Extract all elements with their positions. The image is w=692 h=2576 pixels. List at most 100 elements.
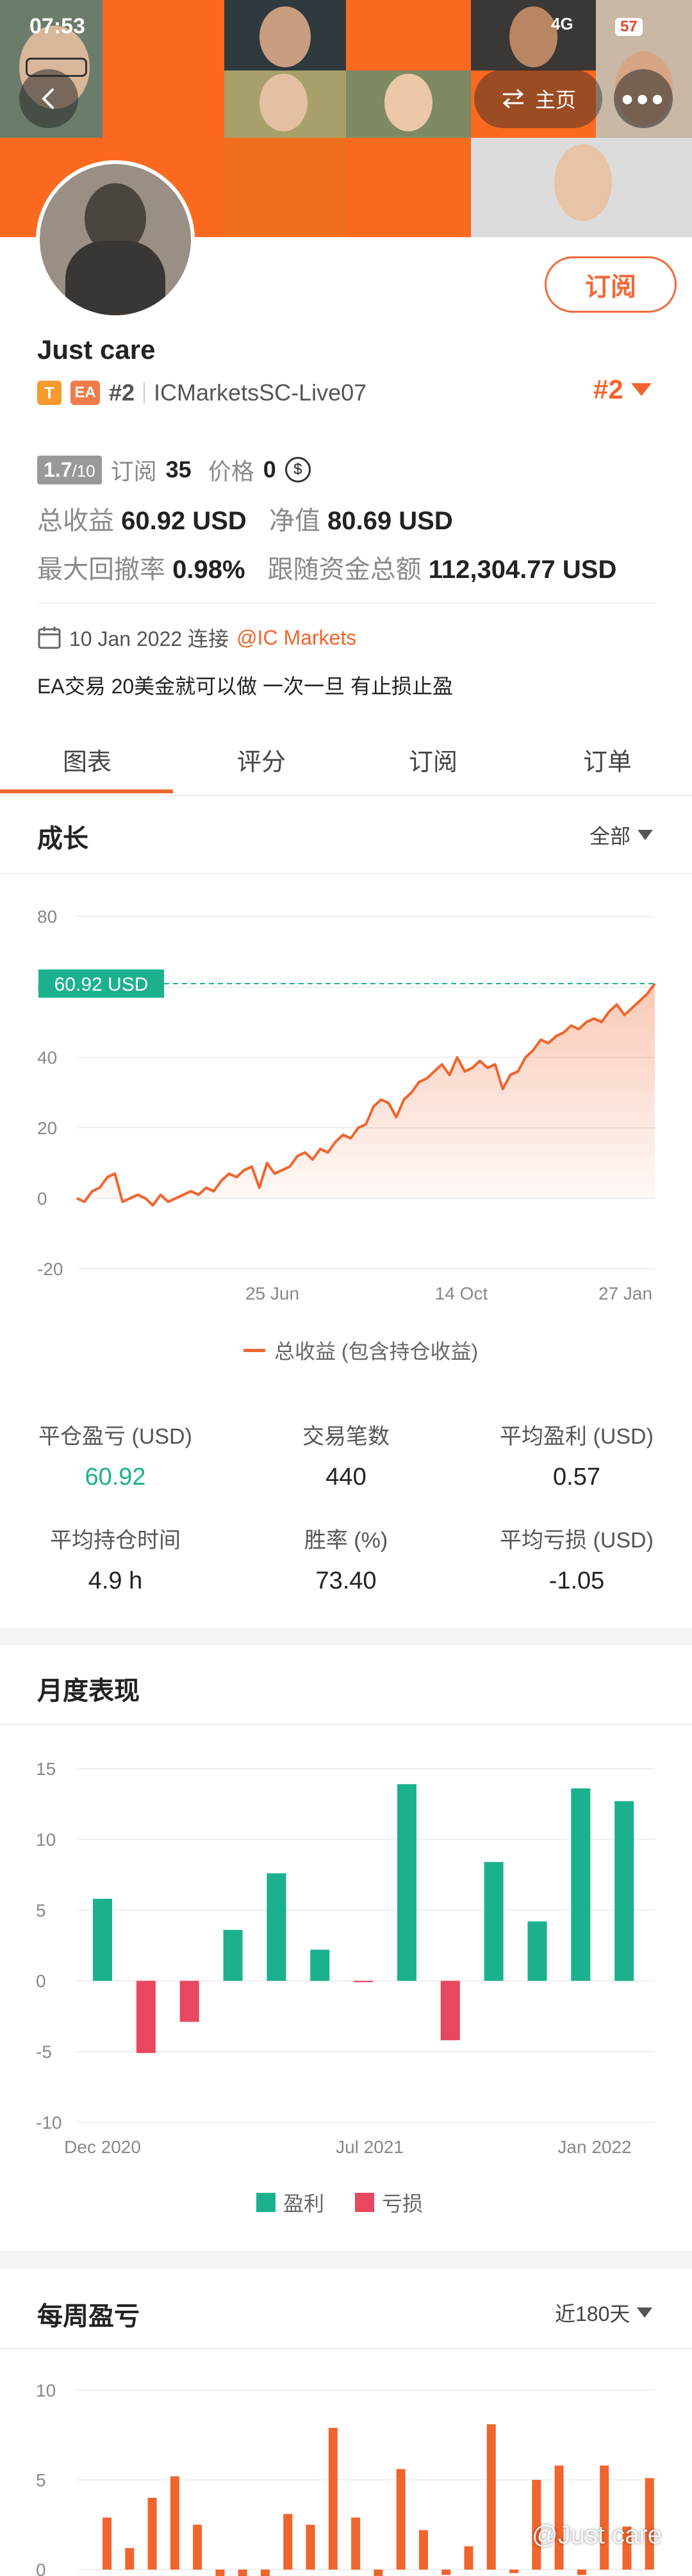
connection-date: 10 Jan 2022 连接	[69, 627, 229, 650]
growth-title: 成长	[37, 825, 88, 853]
currency-icon: $	[284, 457, 311, 483]
user-photo-tile	[346, 70, 471, 138]
monthly-bar	[484, 1862, 504, 1981]
summary-stat-label: 平仓盈亏 (USD)	[38, 1424, 192, 1449]
separator	[144, 382, 145, 404]
subscribers-label: 订阅	[110, 458, 157, 484]
x-tick-label: 14 Oct	[435, 1284, 488, 1303]
trader-badges-row: T EA #2 ICMarketsSC-Live07	[37, 379, 367, 406]
weekly-bar	[396, 2469, 406, 2570]
total-profit-value: 60.92 USD	[121, 507, 247, 535]
tab-subscription[interactable]: 订阅	[409, 742, 457, 777]
price-label: 价格	[208, 458, 254, 484]
summary-stat-label: 交易笔数	[302, 1424, 390, 1449]
legend-loss-label: 亏损	[382, 2192, 424, 2215]
user-photo-tile	[471, 138, 692, 237]
y-tick-label: -10	[36, 2113, 62, 2133]
calendar-icon	[38, 627, 61, 649]
summary-stat-value: 440	[325, 1464, 367, 1490]
summary-stat-label: 平均盈利 (USD)	[500, 1424, 654, 1449]
rank-dropdown[interactable]: #2	[593, 374, 653, 405]
weekly-bar	[554, 2465, 564, 2570]
summary-stat-value: 73.40	[315, 1567, 377, 1594]
swap-icon	[502, 88, 524, 109]
status-time: 07:53	[29, 14, 85, 38]
server-label: ICMarketsSC-Live07	[154, 379, 367, 406]
growth-range-dropdown[interactable]: 全部	[589, 820, 654, 850]
divider	[0, 1724, 692, 1725]
battery-level: 57	[620, 18, 638, 35]
subscribe-button[interactable]: 订阅	[545, 256, 677, 313]
drawdown-value: 0.98%	[172, 556, 245, 584]
weekly-bar	[509, 2570, 519, 2573]
back-button[interactable]	[19, 69, 78, 128]
rating-max: /10	[72, 461, 95, 481]
monthly-bar	[440, 1981, 460, 2040]
summary-stat-value: 4.9 h	[88, 1567, 143, 1594]
summary-stat-label: 平均亏损 (USD)	[500, 1528, 654, 1553]
y-tick-label: 5	[36, 1901, 46, 1920]
monthly-bar	[527, 1921, 547, 1981]
avatar[interactable]	[36, 160, 195, 319]
badge-t: T	[37, 381, 62, 405]
monthly-bar	[571, 1788, 591, 1981]
drawdown-label: 最大回撤率	[37, 556, 165, 584]
x-tick-label: Jul 2021	[336, 2137, 404, 2157]
x-tick-label: Dec 2020	[64, 2137, 141, 2157]
weekly-bar	[600, 2465, 609, 2570]
weekly-bar	[328, 2427, 338, 2570]
weekly-bar	[418, 2530, 428, 2570]
rating-badge: 1.7/10	[37, 455, 102, 484]
section-gap	[0, 1628, 692, 1646]
broker-link[interactable]: @IC Markets	[236, 626, 356, 650]
tab-bar: 图表 评分 订阅 订单	[0, 718, 692, 796]
weekly-bar	[374, 2570, 383, 2576]
tab-chart[interactable]: 图表	[63, 742, 111, 777]
battery-icon: 57	[615, 18, 643, 36]
subscribers-value: 35	[165, 456, 192, 483]
summary-stat-value: -1.05	[548, 1567, 605, 1594]
y-tick-label: 10	[36, 2381, 56, 2400]
divider	[0, 2348, 692, 2349]
weekly-bar	[238, 2570, 247, 2576]
status-network: 4G	[551, 14, 573, 33]
watermark: @Just care	[532, 2521, 662, 2549]
weekly-range-dropdown[interactable]: 近180天	[555, 2298, 653, 2327]
connection-row: 10 Jan 2022 连接 @IC Markets	[37, 623, 356, 652]
follow-funds-label: 跟随资金总额	[267, 556, 422, 584]
summary-stat-label: 胜率 (%)	[304, 1528, 388, 1553]
description-text: EA交易 20美金就可以做 一次一旦 有止损止盈	[37, 675, 453, 698]
caret-down-icon	[630, 383, 652, 396]
growth-legend: 总收益 (包含持仓收益)	[243, 1335, 478, 1365]
user-photo-tile	[471, 0, 596, 70]
y-tick-label: 5	[36, 2470, 46, 2490]
y-tick-label: 15	[36, 1759, 56, 1779]
monthly-bar	[93, 1899, 112, 1981]
summary-stat-value: 0.57	[553, 1464, 600, 1490]
x-tick-label: Jan 2022	[557, 2137, 631, 2157]
y-tick-label: 20	[37, 1118, 57, 1138]
weekly-bar	[577, 2570, 586, 2575]
drawdown-row: 最大回撤率 0.98% 跟随资金总额 112,304.77 USD	[37, 549, 616, 586]
rating-row: 1.7/10 订阅 35 价格 0 $	[37, 453, 311, 486]
equity-value: 80.69 USD	[327, 507, 453, 535]
rating-value: 1.7	[44, 458, 72, 481]
rank-right-label: #2	[593, 374, 623, 404]
monthly-bar	[223, 1929, 243, 1981]
tab-rating[interactable]: 评分	[237, 742, 286, 777]
home-button[interactable]: 主页	[474, 69, 602, 128]
weekly-bar	[464, 2546, 474, 2570]
monthly-bar	[136, 1981, 156, 2053]
y-tick-label: 10	[36, 1829, 56, 1849]
more-button[interactable]: ●●●	[614, 69, 673, 128]
summary-stat-value: 60.92	[85, 1464, 146, 1490]
monthly-bar	[179, 1981, 199, 2022]
weekly-bar	[215, 2570, 225, 2576]
weekly-bar	[306, 2525, 315, 2570]
y-tick-label: 40	[37, 1048, 57, 1068]
tab-orders[interactable]: 订单	[583, 742, 632, 777]
divider	[0, 873, 692, 874]
weekly-title: 每周盈亏	[37, 2302, 140, 2331]
pattern-tile	[224, 138, 346, 237]
value-tag-text: 60.92 USD	[54, 974, 149, 995]
